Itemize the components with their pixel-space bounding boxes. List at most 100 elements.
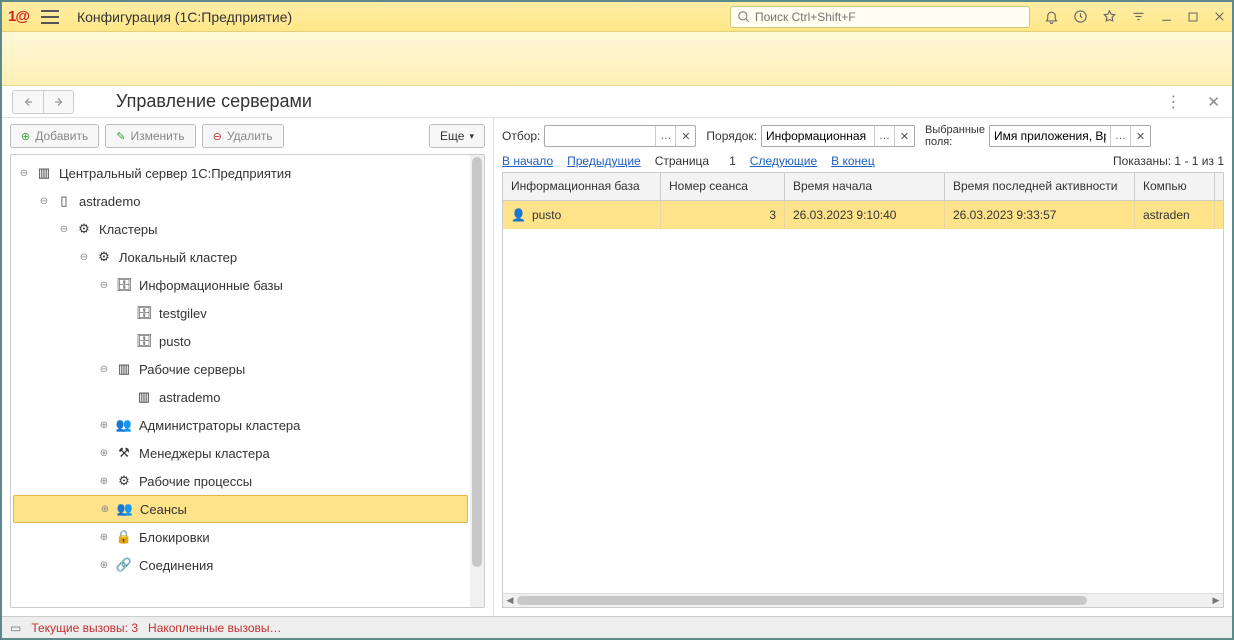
tree-node-db-testgilev[interactable]: 🗄testgilev xyxy=(11,299,484,327)
bell-icon[interactable] xyxy=(1044,9,1059,24)
clear-icon[interactable]: ✕ xyxy=(1130,126,1150,146)
filter-input[interactable] xyxy=(545,129,655,143)
manager-icon: ⚒ xyxy=(115,445,133,461)
database-icon: 🗄 xyxy=(135,305,153,321)
clear-icon[interactable]: ✕ xyxy=(894,126,914,146)
th-computer[interactable]: Компью xyxy=(1135,173,1215,200)
collapse-icon[interactable]: ⊖ xyxy=(97,278,111,292)
pager: В начало Предыдущие Страница 1 Следующие… xyxy=(502,154,1224,168)
filter-combo[interactable]: … ✕ xyxy=(544,125,696,147)
scrollbar-thumb[interactable] xyxy=(472,157,482,567)
minimize-icon[interactable] xyxy=(1160,10,1173,23)
cluster-icon: ⚙ xyxy=(75,221,93,237)
tree-node-agent[interactable]: ⊖▯astrademo xyxy=(11,187,484,215)
filter-group-selection: Отбор: … ✕ xyxy=(502,125,696,147)
page-number: 1 xyxy=(729,154,736,168)
tree-node-locks[interactable]: ⊕🔒Блокировки xyxy=(11,523,484,551)
td-last-activity: 26.03.2023 9:33:57 xyxy=(945,201,1135,229)
link-icon: 🔗 xyxy=(115,557,133,573)
table-header: Информационная база Номер сеанса Время н… xyxy=(503,173,1223,201)
page-prev-link[interactable]: Предыдущие xyxy=(567,154,641,168)
tree-root[interactable]: ⊖▥Центральный сервер 1С:Предприятия xyxy=(11,159,484,187)
th-session-num[interactable]: Номер сеанса xyxy=(661,173,785,200)
expand-icon[interactable]: ⊕ xyxy=(97,530,111,544)
close-icon[interactable] xyxy=(1213,10,1226,23)
scroll-left-icon[interactable]: ◀ xyxy=(503,594,517,607)
ellipsis-icon[interactable]: … xyxy=(655,126,675,146)
tree-node-sessions[interactable]: ⊕👥Сеансы xyxy=(13,495,468,523)
status-current-calls[interactable]: Текущие вызовы: 3 xyxy=(31,621,138,635)
delete-button[interactable]: ⊖Удалить xyxy=(202,124,284,148)
more-button[interactable]: Еще▾ xyxy=(429,124,485,148)
scroll-right-icon[interactable]: ▶ xyxy=(1209,594,1223,607)
order-combo[interactable]: … ✕ xyxy=(761,125,915,147)
tree-node-db-pusto[interactable]: 🗄pusto xyxy=(11,327,484,355)
tree-node-managers[interactable]: ⊕⚒Менеджеры кластера xyxy=(11,439,484,467)
collapse-icon[interactable]: ⊖ xyxy=(17,166,31,180)
tree-node-local-cluster[interactable]: ⊖⚙Локальный кластер xyxy=(11,243,484,271)
clear-icon[interactable]: ✕ xyxy=(675,126,695,146)
expand-icon[interactable]: ⊕ xyxy=(97,418,111,432)
expand-icon[interactable]: ⊕ xyxy=(97,474,111,488)
chevron-down-icon: ▾ xyxy=(469,131,474,142)
users-icon: 👥 xyxy=(116,501,134,517)
scrollbar-thumb[interactable] xyxy=(517,596,1087,605)
tree-node-clusters[interactable]: ⊖⚙Кластеры xyxy=(11,215,484,243)
global-search[interactable] xyxy=(730,6,1030,28)
fields-input[interactable] xyxy=(990,129,1110,143)
tree-node-admins[interactable]: ⊕👥Администраторы кластера xyxy=(11,411,484,439)
expand-icon[interactable]: ⊕ xyxy=(98,502,112,516)
expand-icon[interactable]: ⊕ xyxy=(97,446,111,460)
left-pane: ⊕Добавить ✎Изменить ⊖Удалить Еще▾ ⊖▥Цент… xyxy=(2,118,494,616)
status-acc-calls[interactable]: Накопленные вызовы… xyxy=(148,621,282,635)
page-first-link[interactable]: В начало xyxy=(502,154,553,168)
ribbon-band xyxy=(2,32,1232,86)
tree-node-processes[interactable]: ⊕⚙Рабочие процессы xyxy=(11,467,484,495)
menu-icon[interactable] xyxy=(41,10,59,24)
table-body[interactable]: 👤pusto 3 26.03.2023 9:10:40 26.03.2023 9… xyxy=(503,201,1223,593)
tree-toolbar: ⊕Добавить ✎Изменить ⊖Удалить Еще▾ xyxy=(2,118,493,154)
maximize-icon[interactable] xyxy=(1187,11,1199,23)
tree-node-work-servers[interactable]: ⊖▥Рабочие серверы xyxy=(11,355,484,383)
page-header: Управление серверами ⋮ ✕ xyxy=(2,86,1232,118)
edit-button[interactable]: ✎Изменить xyxy=(105,124,195,148)
history-icon[interactable] xyxy=(1073,9,1088,24)
tree-node-server-astrademo[interactable]: ▥astrademo xyxy=(11,383,484,411)
nav-back-button[interactable] xyxy=(13,91,43,113)
ellipsis-icon[interactable]: … xyxy=(874,126,894,146)
th-last-activity[interactable]: Время последней активности xyxy=(945,173,1135,200)
tree-scrollbar[interactable] xyxy=(470,155,484,607)
ellipsis-icon[interactable]: … xyxy=(1110,126,1130,146)
th-infobase[interactable]: Информационная база xyxy=(503,173,661,200)
server-icon: ▥ xyxy=(135,389,153,405)
tree-node-connections[interactable]: ⊕🔗Соединения xyxy=(11,551,484,579)
expand-icon[interactable]: ⊕ xyxy=(97,558,111,572)
order-input[interactable] xyxy=(762,129,874,143)
collapse-icon[interactable]: ⊖ xyxy=(77,250,91,264)
order-label: Порядок: xyxy=(706,129,757,143)
th-start-time[interactable]: Время начала xyxy=(785,173,945,200)
search-input[interactable] xyxy=(755,10,1023,24)
main-split: ⊕Добавить ✎Изменить ⊖Удалить Еще▾ ⊖▥Цент… xyxy=(2,118,1232,616)
app-window: 1@ Конфигурация (1С:Предприятие) Управле… xyxy=(2,2,1232,638)
page-next-link[interactable]: Следующие xyxy=(750,154,817,168)
nav-forward-button[interactable] xyxy=(43,91,73,113)
page-close-icon[interactable]: ✕ xyxy=(1207,93,1220,111)
right-pane: Отбор: … ✕ Порядок: … ✕ Вы xyxy=(494,118,1232,616)
spacer xyxy=(117,334,131,348)
horizontal-scrollbar[interactable]: ◀ ▶ xyxy=(503,593,1223,607)
page-last-link[interactable]: В конец xyxy=(831,154,875,168)
tree-node-infobases[interactable]: ⊖🗄Информационные базы xyxy=(11,271,484,299)
fields-combo[interactable]: … ✕ xyxy=(989,125,1151,147)
collapse-icon[interactable]: ⊖ xyxy=(57,222,71,236)
collapse-icon[interactable]: ⊖ xyxy=(97,362,111,376)
star-icon[interactable] xyxy=(1102,9,1117,24)
server-tree[interactable]: ⊖▥Центральный сервер 1С:Предприятия ⊖▯as… xyxy=(11,155,484,607)
page-menu-icon[interactable]: ⋮ xyxy=(1165,92,1181,112)
filter-icon[interactable] xyxy=(1131,9,1146,24)
user-icon: 👤 xyxy=(511,208,526,222)
search-icon xyxy=(737,10,751,24)
add-button[interactable]: ⊕Добавить xyxy=(10,124,99,148)
collapse-icon[interactable]: ⊖ xyxy=(37,194,51,208)
table-row[interactable]: 👤pusto 3 26.03.2023 9:10:40 26.03.2023 9… xyxy=(503,201,1223,229)
